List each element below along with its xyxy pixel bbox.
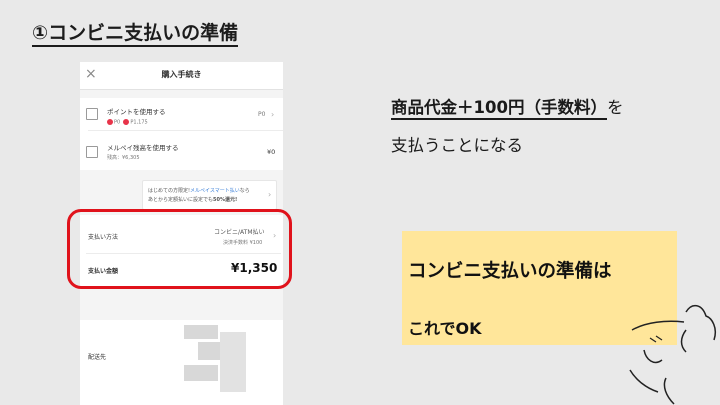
explanation-line-2: 支払うことになる (391, 136, 523, 155)
merpay-used-value: ¥0 (267, 148, 276, 156)
note-line-2: これでOK (408, 319, 482, 338)
promo-line-2: あとから定額払いに設定でも50%還元! (148, 197, 238, 203)
character-sketch-icon (629, 304, 717, 405)
shipping-label: 配送先 (88, 354, 107, 361)
use-points-label: ポイントを使用する (107, 108, 166, 116)
purchase-header: × 購入手続き (80, 62, 283, 90)
blurred-address (184, 365, 218, 381)
chevron-right-icon[interactable]: › (271, 110, 274, 120)
shipping-card: 配送先 (80, 320, 283, 405)
chevron-right-icon: › (268, 190, 272, 199)
slide-title: ①コンビニ支払いの準備 (32, 22, 239, 47)
purchase-title: 購入手続き (161, 70, 202, 79)
blurred-address (184, 325, 218, 339)
p1-coin-icon (123, 119, 130, 125)
blurred-address (220, 332, 246, 392)
points-used-value: P0 (258, 111, 266, 118)
merpay-balance: 残高：¥6,305 (107, 155, 140, 161)
merpay-smart-promo[interactable]: はじめての方限定!メルペイスマート払いなら あとから定額払いに設定でも50%還元… (142, 180, 277, 210)
use-points-checkbox[interactable] (86, 108, 98, 120)
points-balance: P0 P1,175 (107, 119, 148, 126)
p-coin-icon (107, 119, 113, 125)
highlight-frame (67, 209, 292, 289)
use-merpay-label: メルペイ残高を使用する (107, 144, 179, 152)
explanation-line-1: 商品代金＋100円（手数料）を (391, 94, 623, 120)
promo-line-1: はじめての方限定!メルペイスマート払いなら (148, 188, 250, 194)
use-merpay-checkbox[interactable] (86, 146, 98, 158)
note-line-1: コンビニ支払いの準備は (408, 261, 612, 282)
payment-options-card: ポイントを使用する P0 P1,175 P0 › メルペイ残高を使用する 残高：… (80, 98, 283, 170)
divider (88, 130, 283, 131)
